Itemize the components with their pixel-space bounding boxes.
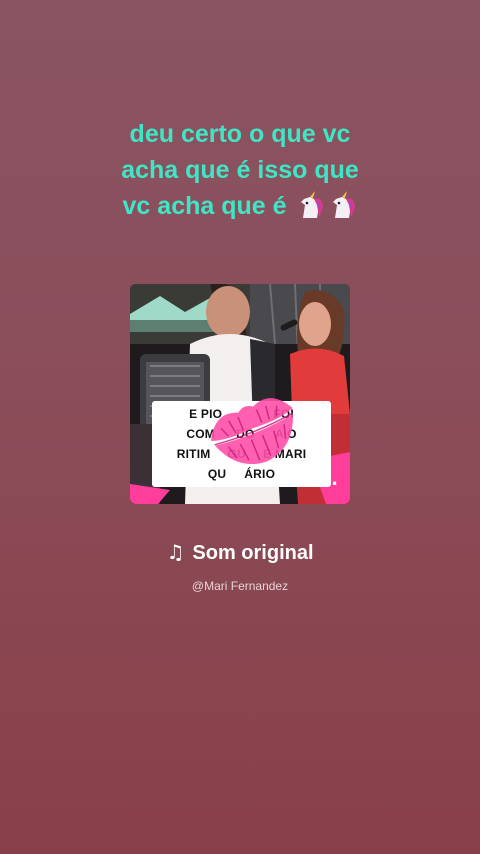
app-logo-mark: ll. (318, 469, 338, 490)
story-text-line-2: acha que é isso que (121, 156, 359, 184)
music-title-text: Som original (192, 542, 314, 564)
kiss-lips-sticker (210, 398, 293, 465)
story-text-line-1: deu certo o que vc (129, 120, 351, 148)
music-title[interactable]: ♫ Som original (0, 540, 480, 565)
music-artist[interactable]: @Mari Fernandez (0, 579, 480, 593)
story-text-line-3: vc acha que é (122, 192, 287, 220)
story-text-line-3-wrap: vc acha que é (0, 188, 480, 224)
story-screen: { "story_text": { "line1": "deu certo o … (0, 0, 480, 854)
music-cover-card[interactable]: E PIO FOI COM DO A O RITIM GU E MARI QUÁ… (130, 284, 350, 504)
unicorn-icon (301, 191, 324, 218)
unicorn-icon (333, 191, 356, 218)
music-note-icon: ♫ (166, 540, 185, 564)
story-text: deu certo o que vc acha que é isso que v… (0, 116, 480, 224)
